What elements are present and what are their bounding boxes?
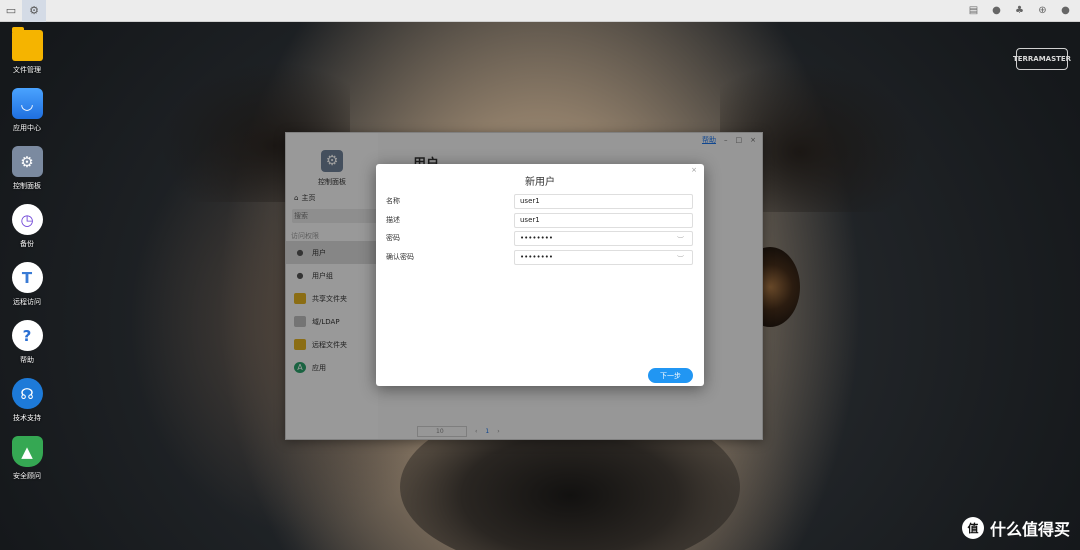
close-icon[interactable]: ×: [691, 166, 697, 174]
desktop-app-label: 控制面板: [13, 182, 41, 190]
smzdm-watermark: 值 什么值得买: [961, 516, 1070, 540]
desktop-app-label: 应用中心: [13, 124, 41, 132]
security-icon: ▲: [11, 436, 43, 467]
next-button[interactable]: 下一步: [648, 368, 693, 383]
user-icon[interactable]: ●: [1055, 0, 1076, 22]
tech-support-icon: ☊: [11, 378, 43, 409]
taskbar-control-panel-icon[interactable]: ⚙: [22, 0, 46, 22]
desktop-app-label: 安全顾问: [13, 472, 41, 480]
backup-icon: ◷: [11, 204, 43, 235]
remote-access-icon: T: [11, 262, 43, 293]
smzdm-logo-icon: 值: [961, 517, 984, 539]
confirm-password-value: ••••••••: [520, 252, 554, 261]
desktop-app-label: 文件管理: [13, 66, 41, 74]
control-panel-icon: ⚙: [11, 146, 43, 177]
desktop-app-control-panel[interactable]: ⚙ 控制面板: [0, 142, 54, 200]
description-label: 描述: [386, 216, 400, 224]
chat-icon[interactable]: ●: [986, 0, 1007, 22]
notification-bell-icon[interactable]: ♣: [1009, 0, 1030, 22]
watermark-text: 什么值得买: [989, 520, 1070, 539]
message-icon[interactable]: ▤: [963, 0, 984, 22]
confirm-password-row: 确认密码 •••••••• ︶: [386, 249, 694, 266]
desktop-app-remote-access[interactable]: T 远程访问: [0, 258, 54, 316]
password-value: ••••••••: [520, 233, 554, 242]
desktop-app-label: 帮助: [20, 356, 34, 364]
description-field[interactable]: user1: [514, 212, 693, 228]
confirm-password-label: 确认密码: [386, 253, 414, 261]
dialog-title: 新用户: [525, 177, 555, 188]
hide-password-icon[interactable]: ︶: [677, 234, 684, 247]
name-field[interactable]: user1: [514, 193, 693, 209]
taskbar-tray: ▤ ● ♣ ⊕ ●: [963, 0, 1080, 22]
name-label: 名称: [386, 197, 400, 205]
desktop-app-backup[interactable]: ◷ 备份: [0, 200, 54, 258]
app-store-icon: ◡: [11, 88, 43, 119]
terramaster-logo: TERRAMASTER: [1013, 48, 1071, 70]
desktop-app-label: 备份: [20, 240, 34, 248]
hide-password-icon[interactable]: ︶: [677, 253, 684, 266]
folder-icon: [11, 27, 43, 61]
globe-icon[interactable]: ⊕: [1032, 0, 1053, 22]
password-row: 密码 •••••••• ︶: [386, 230, 694, 247]
desktop-app-security-advisor[interactable]: ▲ 安全顾问: [0, 432, 54, 490]
name-row: 名称 user1: [386, 193, 694, 209]
desktop-app-file-manager[interactable]: 文件管理: [0, 26, 54, 84]
desktop-app-label: 技术支持: [13, 414, 41, 422]
password-label: 密码: [386, 234, 400, 242]
password-field[interactable]: •••••••• ︶: [514, 230, 693, 247]
description-row: 描述 user1: [386, 212, 694, 228]
desktop-app-label: 远程访问: [13, 298, 41, 306]
top-taskbar: ▭ ⚙ ▤ ● ♣ ⊕ ●: [0, 0, 1080, 22]
desktop-icon-list: 文件管理 ◡ 应用中心 ⚙ 控制面板 ◷ 备份 T 远程访问 ? 帮助 ☊ 技术…: [0, 26, 54, 490]
confirm-password-field[interactable]: •••••••• ︶: [514, 249, 693, 266]
desktop-app-tech-support[interactable]: ☊ 技术支持: [0, 374, 54, 432]
show-desktop-icon[interactable]: ▭: [0, 0, 22, 22]
desktop-app-help[interactable]: ? 帮助: [0, 316, 54, 374]
desktop-app-app-center[interactable]: ◡ 应用中心: [0, 84, 54, 142]
help-icon: ?: [11, 320, 43, 351]
new-user-dialog: 新用户 × 名称 user1 描述 user1 密码 •••••••• ︶ 确认…: [376, 164, 704, 386]
